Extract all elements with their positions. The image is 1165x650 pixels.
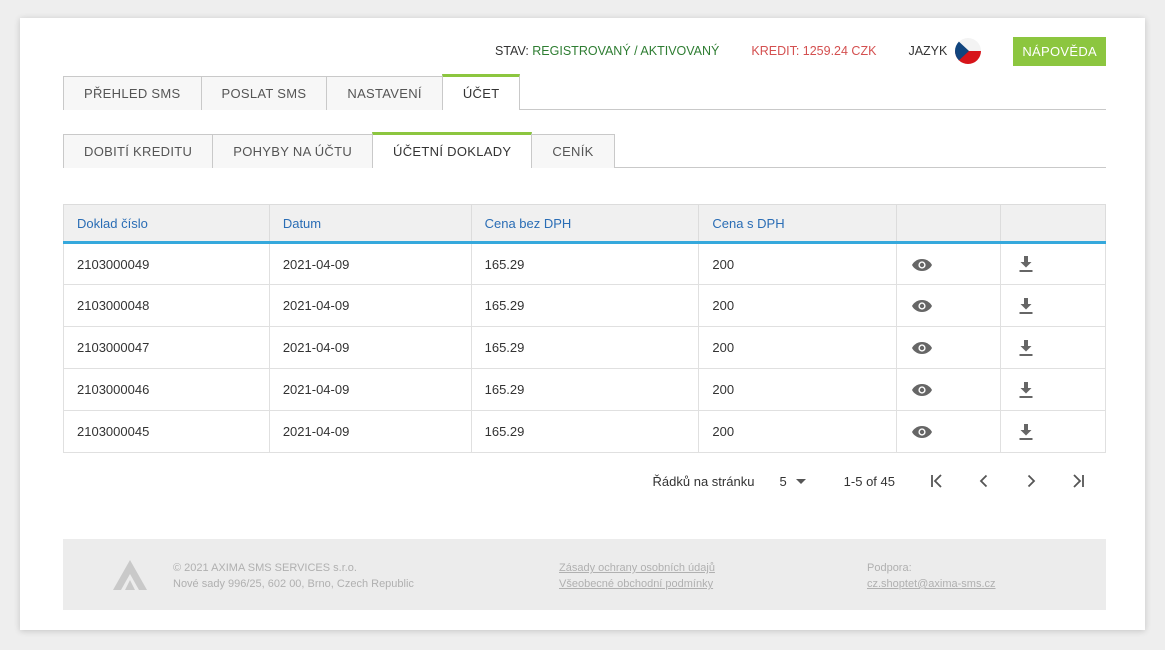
cell-datum: 2021-04-09	[268, 368, 472, 411]
cell-cena-bez-dph: 165.29	[470, 242, 700, 285]
table-header-row: Doklad číslo Datum Cena bez DPH Cena s D…	[63, 204, 1106, 244]
prev-page-icon[interactable]	[976, 473, 992, 489]
cell-cena-bez-dph: 165.29	[470, 410, 700, 453]
cell-datum: 2021-04-09	[268, 242, 472, 285]
cell-datum: 2021-04-09	[268, 410, 472, 453]
download-icon[interactable]	[1018, 255, 1034, 273]
main-card: STAV: REGISTROVANÝ / AKTIVOVANÝ KREDIT: …	[20, 18, 1145, 630]
czech-flag-icon[interactable]	[955, 38, 982, 64]
pagination: Řádků na stránku 5 1-5 of 45	[653, 470, 1086, 492]
caret-down-icon	[795, 478, 806, 484]
cell-download	[1000, 410, 1106, 453]
page-range: 1-5 of 45	[843, 473, 895, 489]
cell-cena-s-dph: 200	[698, 410, 898, 453]
eye-icon[interactable]	[911, 258, 933, 272]
eye-icon[interactable]	[911, 299, 933, 313]
support-email-link[interactable]: cz.shoptet@axima-sms.cz	[867, 576, 996, 592]
status-text: STAV: REGISTROVANÝ / AKTIVOVANÝ	[494, 44, 720, 58]
footer-support: Podpora: cz.shoptet@axima-sms.cz	[867, 562, 996, 592]
table-row: 2103000048 2021-04-09 165.29 200	[63, 284, 1106, 327]
footer: © 2021 AXIMA SMS SERVICES s.r.o. Nové sa…	[63, 539, 1106, 610]
table-row: 2103000049 2021-04-09 165.29 200	[63, 242, 1106, 285]
download-icon[interactable]	[1018, 423, 1034, 441]
column-header-datum[interactable]: Datum	[268, 204, 472, 244]
eye-icon[interactable]	[911, 383, 933, 397]
rows-per-page-label: Řádků na stránku	[652, 473, 755, 489]
column-header-view	[896, 204, 1002, 244]
cell-doklad: 2103000049	[63, 242, 270, 285]
invoices-table: Doklad číslo Datum Cena bez DPH Cena s D…	[63, 204, 1106, 453]
cell-cena-bez-dph: 165.29	[470, 284, 700, 327]
cell-view	[896, 410, 1002, 453]
cell-doklad: 2103000048	[63, 284, 270, 327]
cell-view	[896, 368, 1002, 411]
column-header-download	[1000, 204, 1106, 244]
column-header-doklad[interactable]: Doklad číslo	[63, 204, 270, 244]
cell-doklad: 2103000046	[63, 368, 270, 411]
terms-link[interactable]: Všeobecné obchodní podmínky	[559, 576, 715, 592]
main-tabs: PŘEHLED SMS POSLAT SMS NASTAVENÍ ÚČET	[63, 74, 1106, 111]
footer-company: © 2021 AXIMA SMS SERVICES s.r.o. Nové sa…	[173, 562, 414, 590]
cell-view	[896, 284, 1002, 327]
cell-cena-s-dph: 200	[698, 284, 898, 327]
subtab-cenik[interactable]: CENÍK	[531, 134, 615, 168]
credit-text: KREDIT: 1259.24 CZK	[751, 44, 877, 58]
column-header-cena-s-dph[interactable]: Cena s DPH	[698, 204, 898, 244]
sub-tabs: DOBITÍ KREDITU POHYBY NA ÚČTU ÚČETNÍ DOKLA…	[63, 132, 1106, 169]
cell-cena-bez-dph: 165.29	[470, 326, 700, 369]
help-button[interactable]: NÁPOVĚDA	[1013, 36, 1106, 66]
cell-doklad: 2103000045	[63, 410, 270, 453]
eye-icon[interactable]	[911, 425, 933, 439]
privacy-link[interactable]: Zásady ochrany osobních údajů	[559, 560, 715, 576]
subtab-pohyby-na-uctu[interactable]: POHYBY NA ÚČTU	[212, 134, 374, 168]
download-icon[interactable]	[1018, 381, 1034, 399]
cell-datum: 2021-04-09	[268, 326, 472, 369]
table-row: 2103000046 2021-04-09 165.29 200	[63, 368, 1106, 411]
rows-per-page-select[interactable]: 5	[779, 474, 806, 489]
cell-datum: 2021-04-09	[268, 284, 472, 327]
tab-ucet[interactable]: ÚČET	[441, 74, 521, 111]
cell-download	[1000, 326, 1106, 369]
cell-view	[896, 242, 1002, 285]
language-label: JAZYK	[908, 44, 948, 58]
cell-doklad: 2103000047	[63, 326, 270, 369]
table-row: 2103000045 2021-04-09 165.29 200	[63, 410, 1106, 453]
footer-links: Zásady ochrany osobních údajů Všeobecné …	[559, 560, 715, 592]
tab-poslat-sms[interactable]: POSLAT SMS	[200, 76, 328, 110]
tab-prehled-sms[interactable]: PŘEHLED SMS	[63, 76, 202, 110]
cell-cena-s-dph: 200	[698, 242, 898, 285]
status-value: REGISTROVANÝ / AKTIVOVANÝ	[532, 44, 720, 58]
cell-download	[1000, 284, 1106, 327]
cell-cena-bez-dph: 165.29	[470, 368, 700, 411]
next-page-icon[interactable]	[1023, 473, 1039, 489]
tab-nastaveni[interactable]: NASTAVENÍ	[326, 76, 443, 110]
status-bar: STAV: REGISTROVANÝ / AKTIVOVANÝ KREDIT: …	[495, 36, 1106, 66]
cell-cena-s-dph: 200	[698, 326, 898, 369]
table-row: 2103000047 2021-04-09 165.29 200	[63, 326, 1106, 369]
cell-view	[896, 326, 1002, 369]
subtab-ucetni-doklady[interactable]: ÚČETNÍ DOKLADY	[372, 132, 533, 169]
first-page-icon[interactable]	[929, 473, 945, 489]
cell-download	[1000, 368, 1106, 411]
eye-icon[interactable]	[911, 341, 933, 355]
axima-logo-icon	[113, 560, 147, 590]
last-page-icon[interactable]	[1070, 473, 1086, 489]
subtab-dobiti-kreditu[interactable]: DOBITÍ KREDITU	[63, 134, 214, 168]
cell-cena-s-dph: 200	[698, 368, 898, 411]
column-header-cena-bez-dph[interactable]: Cena bez DPH	[470, 204, 700, 244]
download-icon[interactable]	[1018, 339, 1034, 357]
cell-download	[1000, 242, 1106, 285]
download-icon[interactable]	[1018, 297, 1034, 315]
